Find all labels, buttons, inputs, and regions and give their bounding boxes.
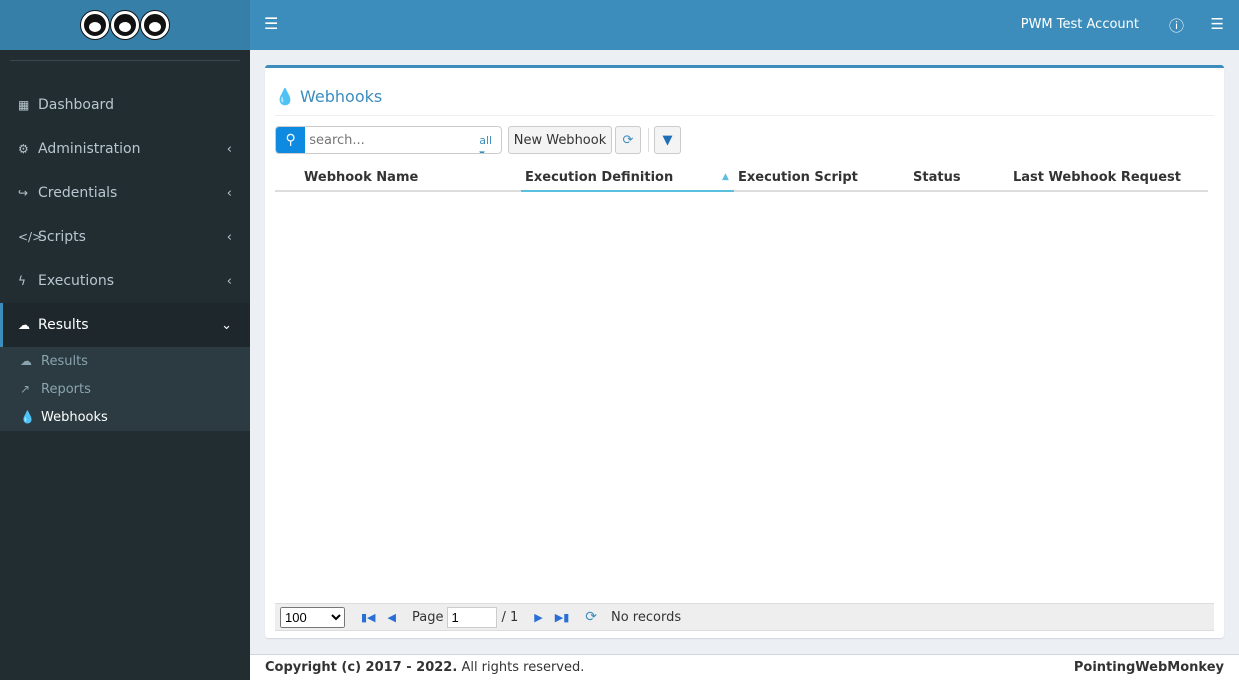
first-page-icon[interactable]: ▮◀ <box>361 611 376 624</box>
sidebar-item-administration[interactable]: ⚙ Administration ‹ <box>0 127 250 171</box>
tint-icon: 💧 <box>275 87 295 106</box>
webhooks-panel: 💧 Webhooks ⚲ all ▾ New Webhook ⟳ ▼ Webho… <box>265 65 1224 638</box>
help-icon[interactable]: ⓘ <box>1169 15 1184 36</box>
refresh-icon[interactable]: ⟳ <box>585 609 597 625</box>
chevron-left-icon: ‹ <box>226 273 232 289</box>
submenu-results[interactable]: ☁ Results <box>0 347 250 375</box>
filter-icon: ▼ <box>662 132 673 148</box>
column-execution-script[interactable]: Execution Script <box>738 170 858 185</box>
settings-sliders-icon[interactable]: ☰ <box>1211 15 1224 33</box>
chevron-left-icon: ‹ <box>226 229 232 245</box>
label: Credentials <box>38 185 118 201</box>
column-execution-definition[interactable]: Execution Definition <box>525 170 673 185</box>
top-navbar: ☰ PWM Test Account ⓘ ☰ <box>250 0 1239 50</box>
search-box: ⚲ all ▾ <box>275 126 502 154</box>
sidebar-item-executions[interactable]: ϟ Executions ‹ <box>0 259 250 303</box>
pagination-bar: 100 ▮◀ ◀ Page / 1 ▶ ▶▮ ⟳ No records <box>275 603 1214 631</box>
sidebar-item-dashboard[interactable]: ▦ Dashboard <box>0 83 250 127</box>
last-page-icon[interactable]: ▶▮ <box>555 611 570 624</box>
label: Results <box>38 317 89 333</box>
label: Scripts <box>38 229 86 245</box>
page-size-select[interactable]: 100 <box>280 606 345 628</box>
label: Results <box>41 353 88 369</box>
refresh-icon: ⟳ <box>622 132 634 148</box>
cloud-download-icon: ☁ <box>20 354 32 368</box>
tint-icon: 💧 <box>20 410 35 424</box>
page-total: / 1 <box>501 609 519 625</box>
search-input[interactable] <box>305 127 480 153</box>
page-label: Page <box>411 609 444 625</box>
results-submenu: ☁ Results ↗ Reports 💧 Webhooks <box>0 347 250 431</box>
logo[interactable] <box>0 0 250 50</box>
label: Administration <box>38 141 141 157</box>
bolt-icon: ϟ <box>18 274 26 288</box>
label: Executions <box>38 273 114 289</box>
grid-icon: ▦ <box>18 98 30 112</box>
sidebar-item-scripts[interactable]: </> Scripts ‹ <box>0 215 250 259</box>
monkey-logo-icon <box>81 11 109 39</box>
filter-button[interactable]: ▼ <box>654 126 681 154</box>
scope-label: all <box>479 134 493 147</box>
title-text: Webhooks <box>300 87 383 106</box>
chevron-down-icon: ⌄ <box>221 317 232 333</box>
label: Dashboard <box>38 97 114 113</box>
monkey-logo-icon <box>141 11 169 39</box>
search-icon[interactable]: ⚲ <box>276 127 306 153</box>
page-input[interactable] <box>447 606 498 628</box>
sort-asc-icon: ▲ <box>722 172 729 182</box>
label: Reports <box>41 381 91 397</box>
sidebar-item-credentials[interactable]: ↪ Credentials ‹ <box>0 171 250 215</box>
copyright: Copyright (c) 2017 - 2022. <box>265 660 458 675</box>
submenu-webhooks[interactable]: 💧 Webhooks <box>0 403 250 431</box>
monkey-logo-icon <box>111 11 139 39</box>
submenu-reports[interactable]: ↗ Reports <box>0 375 250 403</box>
refresh-button[interactable]: ⟳ <box>615 126 641 154</box>
new-webhook-button[interactable]: New Webhook <box>508 126 612 154</box>
rights: All rights reserved. <box>461 660 585 675</box>
gears-icon: ⚙ <box>18 142 29 156</box>
chevron-left-icon: ‹ <box>226 141 232 157</box>
column-webhook-name[interactable]: Webhook Name <box>304 170 418 185</box>
column-status[interactable]: Status <box>913 170 961 185</box>
label: Webhooks <box>41 409 108 425</box>
next-page-icon[interactable]: ▶ <box>534 611 542 624</box>
search-scope-dropdown[interactable]: all ▾ <box>479 127 501 153</box>
sign-in-icon: ↪ <box>18 186 29 200</box>
records-status: No records <box>610 609 682 625</box>
menu-toggle-icon[interactable]: ☰ <box>264 14 278 33</box>
page-title: 💧 Webhooks <box>275 87 382 106</box>
line-chart-icon: ↗ <box>20 382 31 396</box>
footer: Copyright (c) 2017 - 2022. All rights re… <box>250 654 1239 680</box>
sidebar-item-results[interactable]: ☁ Results ⌄ <box>0 303 250 347</box>
prev-page-icon[interactable]: ◀ <box>388 611 396 624</box>
chevron-left-icon: ‹ <box>226 185 232 201</box>
sidebar: ▦ Dashboard ⚙ Administration ‹ ↪ Credentials… <box>0 50 250 680</box>
cloud-download-icon: ☁ <box>18 318 30 332</box>
account-name[interactable]: PWM Test Account <box>1021 17 1139 32</box>
brand: PointingWebMonkey <box>1073 660 1224 675</box>
column-last-webhook-request[interactable]: Last Webhook Request <box>1013 170 1181 185</box>
code-icon: </> <box>18 230 43 244</box>
